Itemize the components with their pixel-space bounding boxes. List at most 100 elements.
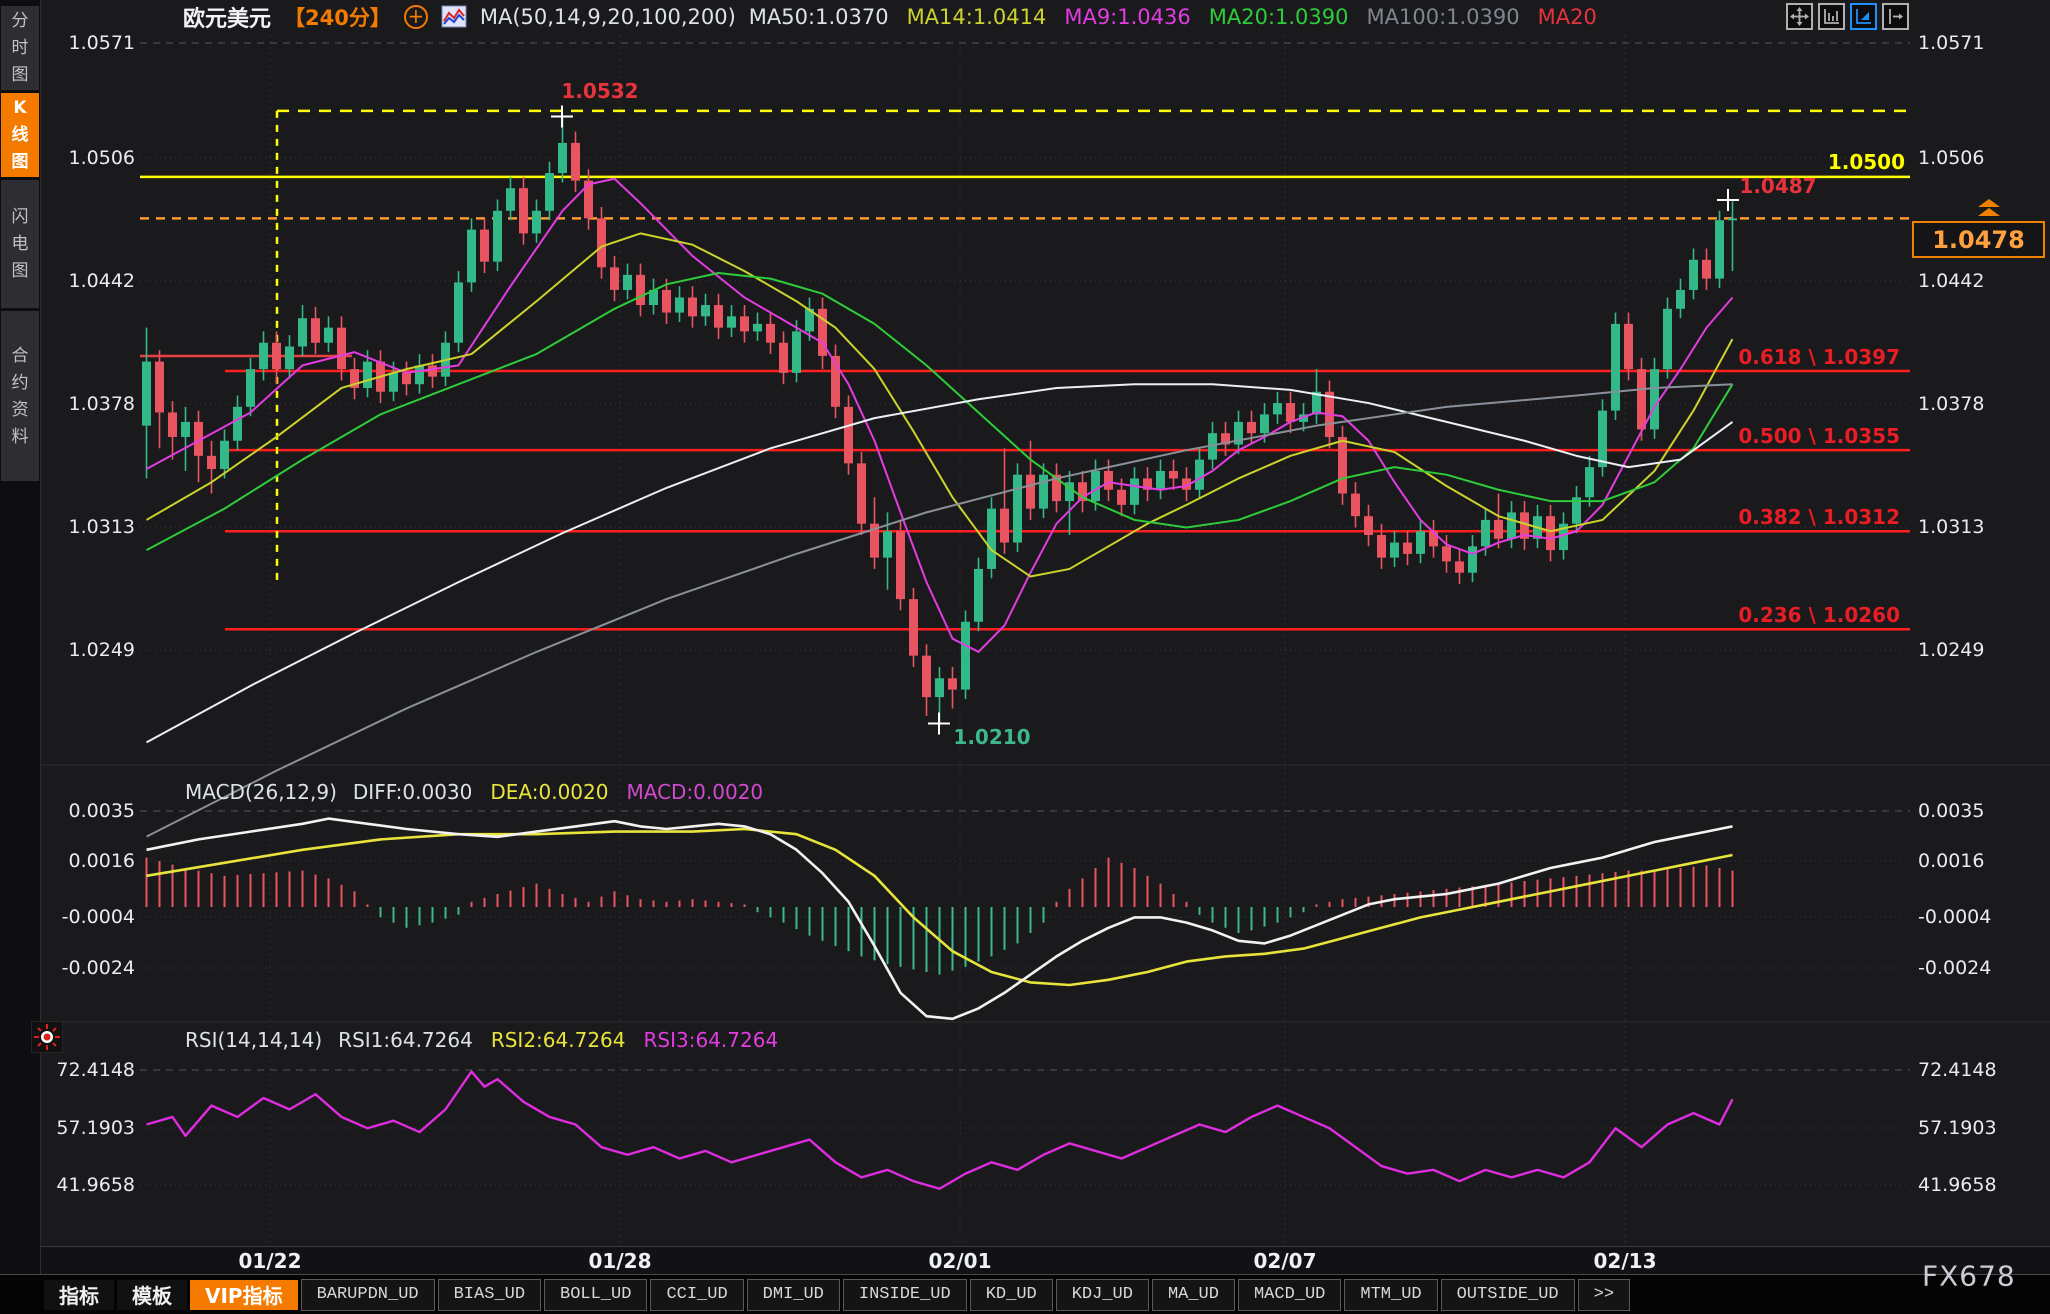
- candle-body: [1247, 422, 1256, 433]
- rsi-axis-label-left: 72.4148: [56, 1059, 135, 1081]
- sidebar-tab-1[interactable]: 分时图: [1, 6, 39, 90]
- toolbar-tab-outsideud[interactable]: OUTSIDE_UD: [1441, 1279, 1575, 1311]
- rsi-axis-label-right: 57.1903: [1918, 1117, 1997, 1139]
- price-axis-label-left: 1.0442: [69, 270, 135, 292]
- period-tag[interactable]: 【240分】: [284, 2, 391, 32]
- peak-price-label: 1.0532: [561, 79, 638, 103]
- macd-axis-label-left: -0.0024: [62, 957, 135, 979]
- fib-level-label: 0.500 \ 1.0355: [1738, 424, 1900, 448]
- candle-body: [922, 656, 931, 697]
- ma-value-label: MA20:1.0390: [1209, 5, 1349, 29]
- candle-body: [1013, 475, 1022, 543]
- candle-body: [1689, 260, 1698, 290]
- candle-body: [766, 324, 775, 343]
- pan-move-icon[interactable]: [1786, 3, 1813, 30]
- macd-title: MACD(26,12,9): [185, 780, 337, 804]
- macd-panel-header: MACD(26,12,9) DIFF:0.0030DEA:0.0020MACD:…: [185, 780, 781, 804]
- toolbar-tab-dmiud[interactable]: DMI_UD: [747, 1279, 840, 1311]
- mini-candle-chart-icon[interactable]: [441, 5, 467, 29]
- candle-body: [1039, 475, 1048, 509]
- candle-body: [1442, 546, 1451, 561]
- candle-body: [1364, 516, 1373, 535]
- candle-body: [1026, 475, 1035, 509]
- candle-body: [1507, 512, 1516, 538]
- macd-value-label: MACD:0.0020: [626, 780, 763, 804]
- toolbar-tab-barupdnud[interactable]: BARUPDN_UD: [301, 1279, 435, 1311]
- sidebar-tab-char: 电: [12, 232, 29, 256]
- toolbar-tab-bollud[interactable]: BOLL_UD: [544, 1279, 647, 1311]
- candle-body: [1000, 509, 1009, 543]
- toolbar-tab-vip[interactable]: VIP指标: [190, 1280, 298, 1310]
- price-axis-label-right: 1.0313: [1918, 516, 1984, 538]
- rsi-axis-label-right: 41.9658: [1918, 1174, 1997, 1196]
- candle-body: [896, 531, 905, 599]
- macd-axis-label-right: 0.0035: [1918, 800, 1984, 822]
- alarm-dot-icon[interactable]: [31, 1021, 63, 1053]
- macd-axis-label-left: -0.0004: [62, 906, 135, 928]
- candle-body: [883, 531, 892, 557]
- candle-body: [155, 362, 164, 413]
- rsi-title: RSI(14,14,14): [185, 1028, 322, 1052]
- price-axis-label-right: 1.0442: [1918, 270, 1984, 292]
- toolbar-tab-maud[interactable]: MA_UD: [1152, 1279, 1235, 1311]
- candle-body: [259, 343, 268, 369]
- rsi-value-label: RSI1:64.7264: [338, 1028, 473, 1052]
- candle-body: [207, 456, 216, 469]
- chart-header: 欧元美元 【240分】 + MA(50,14,9,20,100,200) MA5…: [183, 2, 1615, 32]
- candle-body: [428, 365, 437, 376]
- chart-type-sidebar: 分时图K线图闪电图合约资料: [0, 0, 41, 1274]
- sidebar-tab-char: 约: [12, 371, 29, 395]
- candle-body: [662, 290, 671, 313]
- plus-circle-icon[interactable]: +: [404, 5, 428, 29]
- toolbar-tab-mtmud[interactable]: MTM_UD: [1344, 1279, 1437, 1311]
- candle-body: [519, 188, 528, 233]
- axis-pointer-chart-icon[interactable]: [1850, 3, 1877, 30]
- macd-axis-label-left: 0.0035: [69, 800, 135, 822]
- macd-axis-label-right: -0.0024: [1918, 957, 1991, 979]
- candle-body: [1702, 260, 1711, 279]
- toolbar-tab-kdud[interactable]: KD_UD: [970, 1279, 1053, 1311]
- candle-body: [1598, 411, 1607, 468]
- candle-body: [1546, 516, 1555, 550]
- candle-body: [285, 347, 294, 370]
- price-axis-label-left: 1.0571: [69, 32, 135, 54]
- candle-body: [402, 373, 411, 384]
- macd-value-label: DIFF:0.0030: [353, 780, 472, 804]
- rsi-value-label: RSI3:64.7264: [644, 1028, 779, 1052]
- candle-body: [935, 678, 944, 697]
- candle-body: [272, 343, 281, 369]
- candle-body: [727, 316, 736, 327]
- toolbar-tab->>[interactable]: >>: [1578, 1279, 1630, 1311]
- ma-value-label: MA50:1.0370: [749, 5, 889, 29]
- toolbar-tab-[interactable]: 指标: [44, 1280, 114, 1310]
- candle-body: [740, 316, 749, 331]
- candle-body: [753, 324, 762, 332]
- fib-level-label: 0.382 \ 1.0312: [1738, 505, 1900, 529]
- candle-body: [1585, 467, 1594, 497]
- candle-body: [1403, 543, 1412, 554]
- macd-axis-label-left: 0.0016: [69, 850, 135, 872]
- toolbar-tab-kdjud[interactable]: KDJ_UD: [1056, 1279, 1149, 1311]
- candle-body: [246, 369, 255, 407]
- sidebar-tab-2[interactable]: K线图: [1, 93, 39, 177]
- last-high-label: 1.0487: [1739, 174, 1816, 198]
- macd-axis-label-right: 0.0016: [1918, 850, 1984, 872]
- toolbar-tab-cciud[interactable]: CCI_UD: [650, 1279, 743, 1311]
- toolbar-tab-[interactable]: 模板: [117, 1280, 187, 1310]
- toolbar-tab-insideud[interactable]: INSIDE_UD: [843, 1279, 967, 1311]
- sidebar-tab-4[interactable]: 合约资料: [1, 311, 39, 481]
- candle-body: [714, 305, 723, 328]
- sidebar-tab-char: 料: [12, 425, 29, 449]
- rsi-value-label: RSI2:64.7264: [491, 1028, 626, 1052]
- toolbar-tab-biasud[interactable]: BIAS_UD: [438, 1279, 541, 1311]
- sidebar-tab-char: 图: [12, 63, 29, 87]
- axis-left-chart-icon[interactable]: [1818, 3, 1845, 30]
- candle-body: [1481, 520, 1490, 546]
- candle-body: [1117, 490, 1126, 505]
- candle-body: [220, 441, 229, 469]
- axis-shift-chart-icon[interactable]: [1882, 3, 1909, 30]
- price-axis-label-left: 1.0313: [69, 516, 135, 538]
- toolbar-tab-macdud[interactable]: MACD_UD: [1238, 1279, 1341, 1311]
- candle-body: [454, 282, 463, 342]
- sidebar-tab-3[interactable]: 闪电图: [1, 180, 39, 308]
